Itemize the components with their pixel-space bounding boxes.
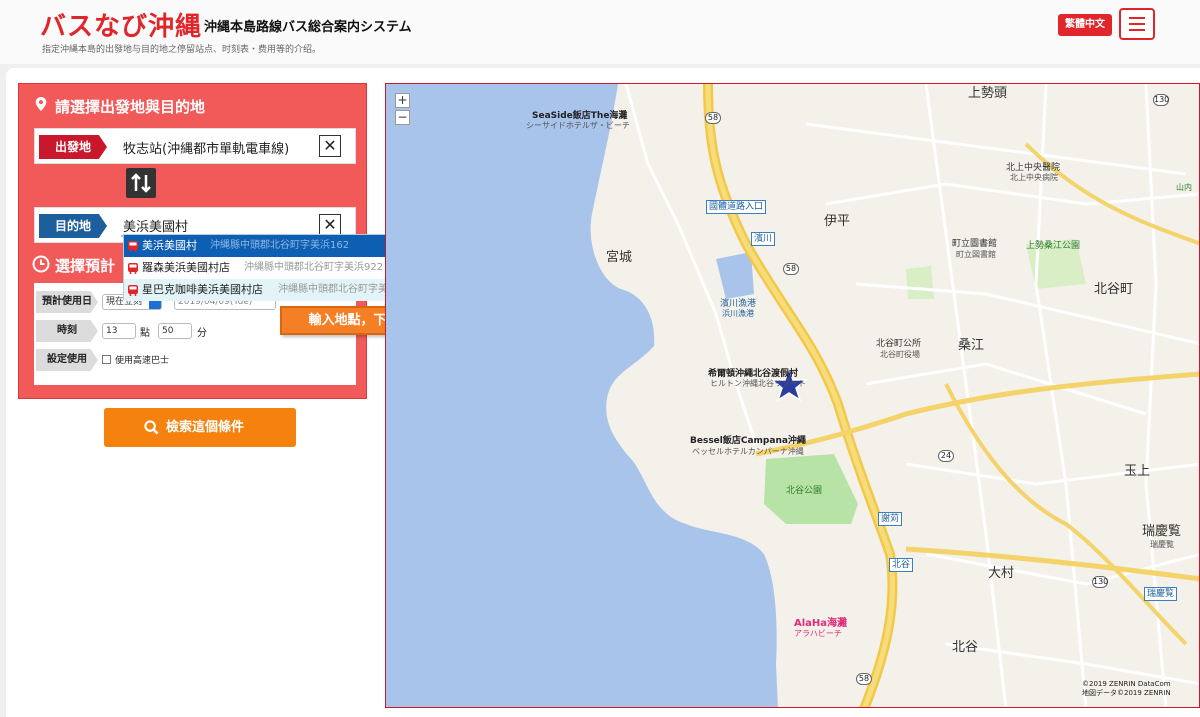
language-button[interactable]: 繁體中文 <box>1058 14 1112 36</box>
section-title: 選擇預計 <box>55 257 116 275</box>
minute-value: 50 <box>162 326 174 336</box>
bus-icon <box>128 241 138 252</box>
time-label: 時刻 <box>36 320 98 342</box>
map-label-ihei: 伊平 <box>824 214 851 229</box>
map-label-miyagi: 宮城 <box>606 250 633 265</box>
route-58-badge: 58 <box>705 112 721 124</box>
suggestion-name: 星巴克咖啡美浜美國村店 <box>142 283 263 296</box>
suggestion-name: 美浜美國村 <box>142 239 197 252</box>
map-label-kamiseido: 上勢頭 <box>968 86 1008 101</box>
map-label-yamauchi: 山内 <box>1176 183 1192 192</box>
clock-icon <box>32 255 50 273</box>
minute-unit: 分 <box>197 328 207 339</box>
bus-stop-zukeran[interactable]: 瑞慶覧 <box>1144 587 1178 601</box>
map-label-chatan-park: 北谷公園 <box>786 486 823 496</box>
search-button-label: 檢索這個條件 <box>166 420 245 435</box>
map-label-library-ja: 町立図書館 <box>956 250 996 259</box>
map-label-library: 町立圖書館 <box>952 239 998 249</box>
map-label-town-office-ja: 北谷町役場 <box>880 350 920 359</box>
map-label-zukeran: 瑞慶覧 <box>1142 524 1182 539</box>
hour-select[interactable]: 13 <box>102 323 136 339</box>
bus-stop-hamagawa[interactable]: 濱川 <box>751 232 776 246</box>
map-label-seaside-ja: シーサイドホテルザ・ビーチ <box>526 121 630 130</box>
system-title: 沖縄本島路線バス総合案内システム <box>204 20 412 35</box>
bus-icon <box>128 263 138 274</box>
site-logo[interactable]: バスなび沖縄 <box>40 6 202 43</box>
clear-origin-button[interactable]: ✕ <box>319 135 341 157</box>
destination-input[interactable]: 美浜美國村 <box>123 216 188 235</box>
route-58-badge: 58 <box>856 673 872 685</box>
map-label-chatan-town: 北谷町 <box>1094 282 1134 297</box>
map-label-omura: 大村 <box>988 566 1015 581</box>
highway-bus-label: 使用高速巴士 <box>115 356 170 366</box>
suggestion-address: 沖縄縣中頭郡北谷町字美浜162 <box>210 240 350 251</box>
search-icon <box>144 420 159 435</box>
copyright-line-1: ©2019 ZENRIN DataCom <box>1082 680 1171 688</box>
bus-stop-kokutai[interactable]: 國體道路入口 <box>706 200 767 214</box>
bus-icon <box>128 285 138 296</box>
panel-title: 請選擇出發地與目的地 <box>55 98 206 116</box>
origin-field[interactable]: 出發地 牧志站(沖縄都市單軌電車線) ✕ <box>34 128 356 164</box>
site-subtitle: 指定沖縄本島的出發地与目的地之停留站点、时刻表・费用等的介绍。 <box>42 45 322 55</box>
hamburger-menu-icon[interactable] <box>1119 8 1155 40</box>
map-label-hilton-ja: ヒルトン沖縄北谷リゾート <box>710 379 806 388</box>
map-label-alaha-ja: アラハビーチ <box>794 629 842 638</box>
date-label: 預計使用日 <box>36 291 98 313</box>
route-24-badge: 24 <box>938 450 954 462</box>
clear-destination-button[interactable]: ✕ <box>319 214 341 236</box>
route-130-badge: 130 <box>1153 94 1170 106</box>
map-label-zukeran-sm: 瑞慶覧 <box>1150 540 1174 549</box>
origin-value[interactable]: 牧志站(沖縄都市單軌電車線) <box>123 138 289 157</box>
map-label-chatan-south: 北谷 <box>952 640 979 655</box>
map-label-bessel-ja: ベッセルホテルカンパーナ沖縄 <box>692 447 804 456</box>
map-copyright: ©2019 ZENRIN DataCom 地図データ©2019 ZENRIN <box>1082 680 1171 698</box>
header: バスなび沖縄 沖縄本島路線バス総合案内システム 指定沖縄本島的出發地与目的地之停… <box>0 0 1200 64</box>
bus-stop-chatan[interactable]: 北谷 <box>889 558 914 572</box>
map-view[interactable]: + − 上勢頭 SeaSide飯店The海灘 シーサイドホテルザ・ビーチ 國體道… <box>385 83 1200 708</box>
highway-bus-checkbox[interactable] <box>102 355 111 364</box>
map-label-town-office: 北谷町公所 <box>876 339 922 349</box>
map-label-alaha: AlaHa海灘 <box>794 618 848 629</box>
copyright-line-2: 地図データ©2019 ZENRIN <box>1082 689 1171 697</box>
destination-label: 目的地 <box>39 214 107 238</box>
map-label-bessel: Bessel飯店Campana沖繩 <box>690 436 806 446</box>
suggestion-name: 羅森美浜美國村店 <box>142 261 230 274</box>
route-58-badge: 58 <box>783 263 799 275</box>
settings-label: 設定使用 <box>36 349 98 371</box>
minute-select[interactable]: 50 <box>158 323 192 339</box>
swap-icon[interactable] <box>126 168 156 198</box>
hour-unit: 點 <box>140 328 150 339</box>
search-button[interactable]: 檢索這個條件 <box>104 408 296 447</box>
map-label-kuwae: 桑江 <box>958 338 985 353</box>
bus-stop-jahana[interactable]: 謝苅 <box>878 512 903 526</box>
map-canvas <box>386 84 1199 707</box>
route-130-badge: 130 <box>1092 576 1109 588</box>
map-label-kamiseido-park: 上勢桑江公園 <box>1026 241 1081 251</box>
map-label-kitanaka-hospital-ja: 北上中央病院 <box>1010 173 1058 182</box>
map-label-tamagami: 玉上 <box>1124 464 1151 479</box>
zoom-in-button[interactable]: + <box>395 93 410 108</box>
zoom-out-button[interactable]: − <box>395 110 410 125</box>
origin-label: 出發地 <box>39 135 107 159</box>
suggestion-address: 沖縄縣中頭郡北谷町字美浜922 <box>244 262 384 273</box>
hour-value: 13 <box>106 326 118 336</box>
map-label-hamagawa-port-ja: 浜川漁港 <box>722 309 754 318</box>
